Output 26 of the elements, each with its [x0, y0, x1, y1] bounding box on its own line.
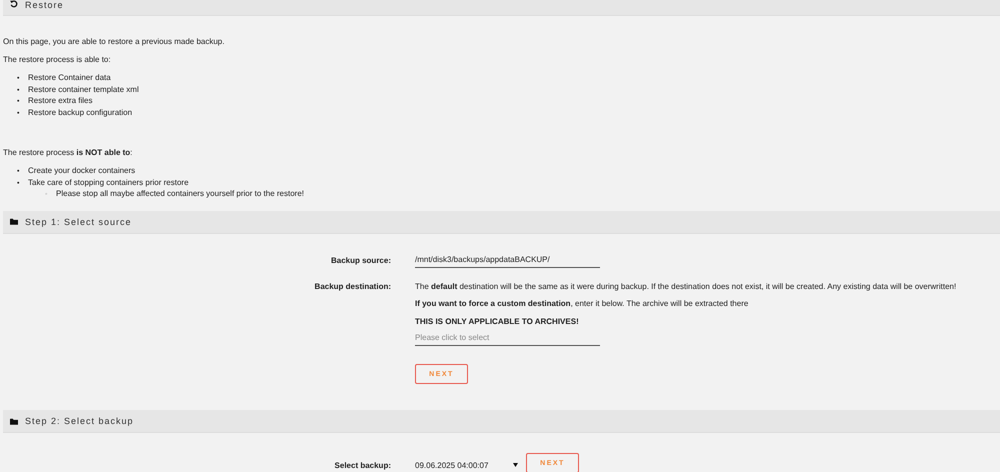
list-item: Restore Container data — [28, 73, 111, 82]
list-item: Restore backup configuration — [28, 108, 132, 118]
note-text: If you want to force a custom destination, enter it below. The archive will be extracted there — [415, 299, 748, 310]
note-text: THIS IS ONLY APPLICABLE TO ARCHIVES! — [415, 316, 579, 327]
field-label: Backup source: — [330, 254, 391, 267]
list-item: Take care of stopping containers prior restore — [28, 178, 189, 187]
folder-icon — [10, 418, 18, 425]
field-label: Select backup: — [334, 460, 391, 472]
field-label: Backup destination: — [314, 280, 391, 293]
note-text: The default destination will be the same as it were during backup. If the destination does not exist, it will be created. Any existing data will be overwritten! — [415, 282, 956, 292]
list-item: Restore extra files — [28, 96, 92, 106]
section-title: Restore — [25, 0, 64, 10]
list-item: Please stop all maybe affected containers yourself prior to the restore! — [56, 189, 304, 198]
section-title: Step 1: Select source — [25, 216, 132, 227]
restore-icon — [10, 0, 18, 8]
list-heading: The restore process is NOT able to: — [3, 148, 134, 158]
list-item: Create your docker containers — [28, 166, 136, 175]
list-item: Restore container template xml — [28, 84, 139, 94]
list-heading: The restore process is able to: — [3, 55, 112, 65]
input-field[interactable]: /mnt/disk3/backups/appdataBACKUP/ — [415, 252, 600, 268]
folder-icon — [10, 218, 18, 226]
backup-dropdown[interactable]: 09.06.2025 04:00:07 — [415, 454, 518, 472]
input-field[interactable]: Please click to select — [415, 330, 600, 346]
intro-text: On this page, you are able to restore a previous made backup. — [3, 37, 226, 47]
caret-icon — [513, 463, 518, 468]
section-title: Step 2: Select backup — [25, 416, 134, 426]
